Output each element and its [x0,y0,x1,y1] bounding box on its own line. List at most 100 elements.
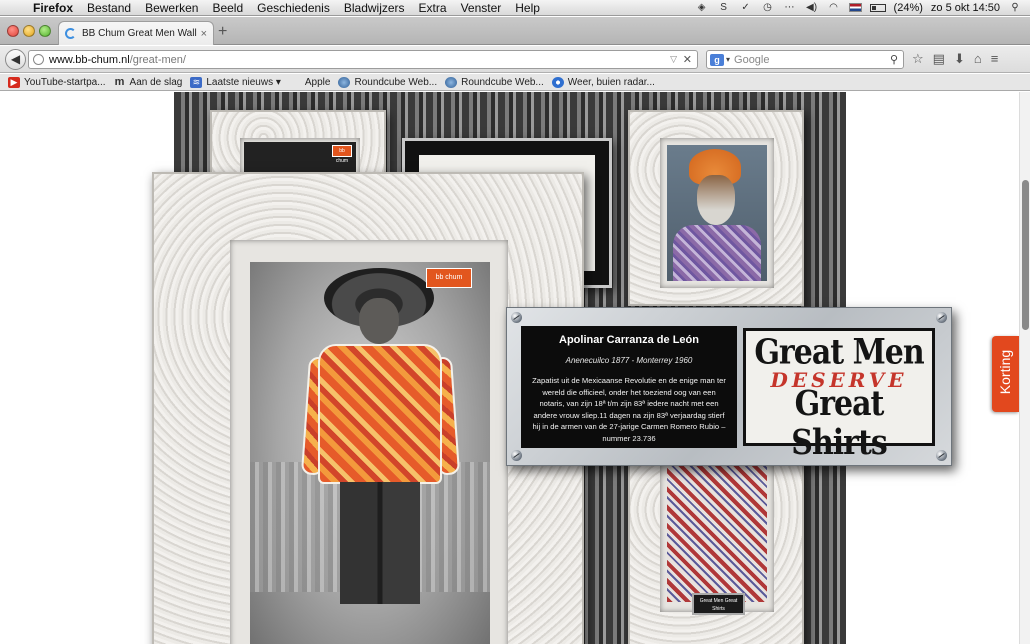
toolbar-icons: ☆ ▤ ⬇ ⌂ ≡ [912,51,998,67]
screw-icon [936,450,947,461]
portrait-photo-turban [667,145,767,281]
menu-extra[interactable]: Extra [412,1,454,15]
hamburger-menu-icon[interactable]: ≡ [991,51,999,67]
frame-inner [660,138,774,288]
evernote-icon[interactable]: ✓ [739,2,753,13]
info-plaque: Apolinar Carranza de León Anenecuilco 18… [506,307,952,466]
dropbox-icon[interactable]: ◈ [695,2,709,13]
page-scrollbar[interactable] [1019,92,1030,644]
stop-loading-icon[interactable]: ✕ [683,53,692,66]
m-icon: m [114,75,125,88]
scrollbar-thumb[interactable] [1022,180,1029,330]
roundcube-icon [445,76,458,88]
downloads-icon[interactable]: ⬇ [954,51,965,67]
apple-icon [289,77,301,88]
menu-bestand[interactable]: Bestand [80,1,138,15]
bookmark-item[interactable]: Roundcube Web... [445,76,544,88]
window-zoom-button[interactable] [39,25,51,37]
rss-icon: ≋ [190,76,203,88]
back-button[interactable]: ◀ [5,49,26,70]
search-placeholder: Google [734,53,770,66]
bookmarks-toolbar: ▶ YouTube-startpa... m Aan de slag ≋ Laatste … [0,74,1030,91]
bookmark-label: Aan de slag [129,76,183,88]
slogan-sign: Great Men DESERVE Great Shirts [743,328,935,463]
bookmark-label: Laatste nieuws ▾ [206,76,281,88]
spotlight-search-icon[interactable]: ⚲ [1008,2,1022,13]
tab-active[interactable]: BB Chum Great Men Wall ... × [58,21,214,45]
tab-title: BB Chum Great Men Wall ... [82,28,197,39]
patterned-shirt [318,344,442,484]
new-tab-button[interactable]: + [218,24,227,40]
slogan-line-3: Great Shirts [791,383,887,464]
pants [340,482,420,604]
wifi-icon[interactable]: ◠ [827,2,841,13]
korting-label: Korting [997,349,1013,395]
bookmark-label: YouTube-startpa... [24,76,106,88]
bookmark-label: Apple [304,76,331,88]
skype-icon[interactable]: S [717,2,731,13]
search-engine-icon[interactable]: g [710,53,724,66]
menubar-status-area: ◈ S ✓ ◷ ⋯ ◀) ◠ (24%) zo 5 okt 14:50 ⚲ [695,2,1030,14]
url-bar[interactable]: www.bb-chum.nl/great-men/ ▽ ✕ [28,50,698,69]
menu-geschiedenis[interactable]: Geschiedenis [250,1,337,15]
roundcube-icon [338,76,351,88]
screw-icon [936,312,947,323]
url-history-dropdown-icon[interactable]: ▽ [670,54,677,65]
bookmark-item[interactable]: Roundcube Web... [338,76,438,88]
menu-help[interactable]: Help [508,1,547,15]
home-icon[interactable]: ⌂ [974,51,982,67]
frame-turban-man[interactable] [628,110,804,306]
menu-bladwijzers[interactable]: Bladwijzers [337,1,412,15]
url-path: /great-men/ [129,53,186,66]
korting-tab[interactable]: Korting [992,336,1019,412]
person-biography: Zapatist uit de Mexicaanse Revolutie en … [532,376,726,443]
bookmark-item[interactable]: ≋ Laatste nieuws ▾ [190,76,281,88]
slogan-line-1: Great Men [754,332,924,373]
person-dates: Anenecuilco 1877 - Monterrey 1960 [565,356,693,365]
loading-spinner-icon [65,28,76,39]
clock[interactable]: zo 5 okt 14:50 [931,2,1000,14]
bookmark-label: Roundcube Web... [461,76,544,88]
page-content: bb chum bb chum Apolinar Carranza de Leó… [0,92,1019,644]
menu-beeld[interactable]: Beeld [205,1,250,15]
shirt [673,225,761,281]
bookmark-label: Roundcube Web... [354,76,438,88]
battery-icon[interactable] [869,3,886,12]
time-machine-icon[interactable]: ◷ [761,2,775,13]
biography-panel: Apolinar Carranza de León Anenecuilco 18… [521,326,737,448]
search-engine-dropdown-icon[interactable]: ▾ [726,55,730,64]
site-identity-icon[interactable] [33,54,44,65]
bookmark-item[interactable]: Weer, buien radar... [551,76,655,88]
search-input[interactable]: g ▾ Google ⚲ [706,50,904,69]
frame-inner [660,462,774,612]
brand-tag[interactable]: bb chum [426,268,472,288]
face [697,175,735,225]
macos-menubar: Firefox Bestand Bewerken Beeld Geschiede… [0,0,1030,16]
menu-venster[interactable]: Venster [454,1,509,15]
url-host: www.bb-chum.nl [49,53,130,66]
navigation-toolbar: ◀ www.bb-chum.nl/great-men/ ▽ ✕ g ▾ Goog… [0,46,1030,73]
menu-app-firefox[interactable]: Firefox [26,1,80,15]
bookmarks-menu-icon[interactable]: ▤ [933,51,945,67]
bookmark-item[interactable]: ▶ YouTube-startpa... [8,76,106,88]
search-icon[interactable]: ⚲ [890,53,898,66]
brand-tag: bb chum [332,145,352,164]
window-close-button[interactable] [7,25,19,37]
bluetooth-icon[interactable]: ⋯ [783,2,797,13]
frame-inner: bb chum [230,240,508,644]
bookmark-star-icon[interactable]: ☆ [912,51,924,67]
mini-slogan-logo[interactable]: Great Men Great Shirts [692,593,745,615]
tab-close-icon[interactable]: × [201,28,207,40]
menu-bewerken[interactable]: Bewerken [138,1,205,15]
portrait-photo-shirt [667,466,767,602]
volume-icon[interactable]: ◀) [805,2,819,13]
bookmark-label: Weer, buien radar... [567,76,655,88]
screw-icon [511,312,522,323]
window-minimize-button[interactable] [23,25,35,37]
weather-icon [551,76,564,88]
screw-icon [511,450,522,461]
dutch-flag-icon[interactable] [848,3,862,12]
battery-percent: (24%) [893,1,923,14]
bookmark-item[interactable]: m Aan de slag [114,75,183,88]
bookmark-item[interactable]: Apple [289,77,331,88]
